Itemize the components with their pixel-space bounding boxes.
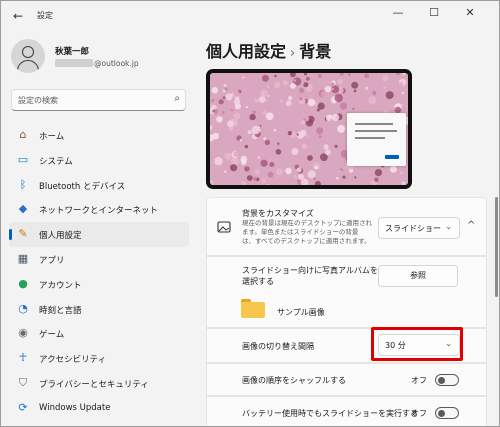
sidebar-item-label: Bluetooth とデバイス [39,181,126,192]
album-label-line: 選択する [242,277,274,286]
browse-button[interactable]: 参照 [378,265,458,287]
sidebar-item[interactable]: ✎ 個人用設定 [9,222,189,247]
user-email: @outlook.jp [94,59,139,68]
highlight-box [371,327,463,361]
background-type-value: スライドショー [385,224,441,233]
settings-window: ← 設定 — ☐ ✕ 秋葉一郎 @outlook.jp 設定の検索 ⌕ ⌂ ホーム… [0,0,500,427]
sidebar-item[interactable]: ▦ アプリ [9,247,189,272]
interval-label: 画像の切り替え間隔 [242,342,314,351]
sidebar-item[interactable]: ◔ 時刻と言語 [9,297,189,322]
gamepad-icon: ◉ [18,326,28,340]
minimize-icon[interactable]: — [385,4,411,22]
battery-toggle[interactable] [435,407,459,419]
avatar [11,39,45,73]
sidebar-item-label: 個人用設定 [39,231,82,242]
account-icon: ● [18,276,28,290]
folder-name: サンプル画像 [277,308,325,317]
clock-globe-icon: ◔ [18,301,28,315]
search-icon: ⌕ [174,93,180,104]
sidebar-item[interactable]: ◆ ネットワークとインターネット [9,197,189,222]
update-icon: ⟳ [18,400,28,414]
scrollbar[interactable] [495,197,498,297]
description-line: 現在の背景は現在のデスクトップに適用され [242,219,372,227]
breadcrumb: 個人用設定 › 背景 [206,38,331,62]
album-label-line: スライドショー向けに写真アルバムを [242,266,378,275]
sidebar-item[interactable]: ☥ アクセシビリティ [9,346,189,371]
background-type-row: 背景をカスタマイズ 現在の背景は現在のデスクトップに適用され ます。単色またはス… [206,197,487,256]
shield-icon: ⛉ [18,375,28,389]
title-bar: ← 設定 — ☐ ✕ [1,1,499,31]
sidebar-nav: ⌂ ホーム ▭ システム ᛒ Bluetooth とデバイス ◆ ネットワークとインターネット… [9,123,189,421]
user-email-row: @outlook.jp [55,59,139,68]
active-indicator [9,229,12,241]
sidebar-item-label: Windows Update [39,402,111,413]
sidebar-item[interactable]: ▭ システム [9,148,189,173]
sidebar-item-label: ネットワークとインターネット [39,206,159,217]
brush-icon: ✎ [18,227,28,241]
close-icon[interactable]: ✕ [457,4,483,22]
search-placeholder: 設定の検索 [18,96,58,105]
sidebar-item-label: ゲーム [39,330,65,341]
sidebar-item[interactable]: ⌂ ホーム [9,123,189,148]
shuffle-toggle[interactable] [435,374,459,386]
search-box[interactable]: 設定の検索 ⌕ [11,89,186,111]
shuffle-label: 画像の順序をシャッフルする [242,376,346,385]
battery-row: バッテリー使用時でもスライドショーを実行する オフ [206,396,487,426]
wallpaper-preview-image [210,73,408,185]
accessibility-icon: ☥ [18,351,28,365]
battery-label: バッテリー使用時でもスライドショーを実行する [242,409,418,418]
sidebar-item-label: アカウント [39,280,82,291]
battery-state-label: オフ [411,409,427,418]
background-type-dropdown[interactable]: スライドショー ⌄ [378,217,460,239]
description-line: ます。単色またはスライドショーの背景 [242,228,359,236]
customize-background-label: 背景をカスタマイズ [242,209,314,218]
sidebar-item-label: 時刻と言語 [39,305,82,316]
sidebar-item-label: システム [39,156,73,167]
sidebar-item[interactable]: ● アカウント [9,272,189,297]
sidebar-item-label: ホーム [39,132,65,142]
preview-window-mock [347,113,406,166]
shuffle-row: 画像の順序をシャッフルする オフ [206,363,487,396]
home-icon: ⌂ [19,128,27,141]
sidebar-item[interactable]: ◉ ゲーム [9,321,189,346]
sidebar-item[interactable]: ⟳ Windows Update [9,396,189,421]
sidebar-item[interactable]: ⛉ プライバシーとセキュリティ [9,371,189,396]
wifi-icon: ◆ [18,202,28,216]
display-icon: ▭ [17,152,29,166]
sidebar-item[interactable]: ᛒ Bluetooth とデバイス [9,173,189,198]
breadcrumb-parent[interactable]: 個人用設定 [206,42,286,61]
chevron-down-icon: ⌄ [445,222,452,231]
back-arrow-icon[interactable]: ← [9,8,27,24]
album-label: スライドショー向けに写真アルバムを 選択する [242,265,378,287]
redacted-email-prefix [55,59,93,67]
maximize-icon[interactable]: ☐ [421,4,447,22]
customize-background-description: 現在の背景は現在のデスクトップに適用され ます。単色またはスライドショーの背景 … [242,219,372,246]
breadcrumb-separator-icon: › [290,46,296,61]
sidebar-item-label: アクセシビリティ [39,355,107,366]
user-profile[interactable]: 秋葉一郎 @outlook.jp [11,39,191,77]
shuffle-state-label: オフ [411,376,427,385]
user-name: 秋葉一郎 [55,47,90,57]
picture-icon [217,221,231,233]
folder-icon [241,299,265,318]
desktop-preview [206,69,412,189]
page-title: 背景 [299,42,332,61]
app-title: 設定 [37,11,53,20]
bluetooth-icon: ᛒ [19,177,27,191]
chevron-up-icon[interactable]: ^ [467,220,475,231]
apps-icon: ▦ [17,251,29,265]
sidebar-item-label: アプリ [39,255,65,266]
sidebar-item-label: プライバシーとセキュリティ [39,379,149,390]
description-line: は、すべてのデスクトップに適用されます。 [242,237,371,245]
